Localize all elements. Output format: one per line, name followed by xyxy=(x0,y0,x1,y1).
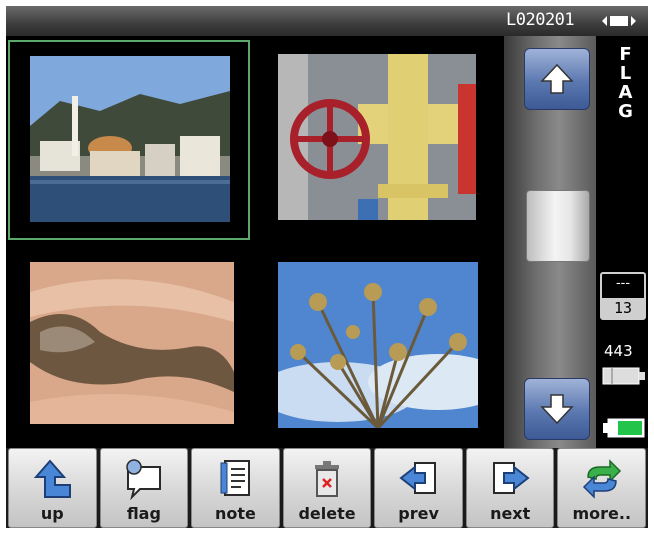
flag-mode-label: FLAG xyxy=(615,44,636,120)
next-button[interactable]: next xyxy=(465,448,555,528)
bottom-toolbar: up flag note delete prev next more.. xyxy=(6,448,648,528)
arrow-down-icon xyxy=(540,394,574,425)
folder-dash: --- xyxy=(615,276,631,291)
prev-button[interactable]: prev xyxy=(374,448,463,528)
battery-indicator-icon xyxy=(602,16,636,26)
thumbnail-grid xyxy=(6,36,504,448)
more-button-label: more.. xyxy=(572,504,632,523)
up-button[interactable]: up xyxy=(8,448,97,528)
cycle-arrows-icon xyxy=(582,459,621,499)
next-arrow-icon xyxy=(493,462,530,494)
up-turn-arrow-icon xyxy=(34,459,72,498)
note-button-label: note xyxy=(215,504,256,523)
thumbnail-cell-1[interactable] xyxy=(8,40,250,240)
thumbnail-sand-dune-shadow[interactable] xyxy=(30,262,234,424)
flag-button-label: flag xyxy=(126,504,161,523)
battery-level-icon xyxy=(603,418,645,438)
scroll-down-button[interactable] xyxy=(524,378,590,440)
prev-button-label: prev xyxy=(398,504,439,523)
trash-can-icon xyxy=(315,461,340,497)
next-button-label: next xyxy=(490,504,531,523)
remaining-count: 443 xyxy=(604,342,633,360)
delete-button-label: delete xyxy=(298,504,356,523)
memory-card-icon xyxy=(602,367,645,385)
file-id-label: L020201 xyxy=(506,10,575,30)
scroll-up-button[interactable] xyxy=(524,48,590,110)
folder-indicator: --- 13 xyxy=(600,272,646,320)
folder-number: 13 xyxy=(602,298,644,318)
thumbnail-red-valve-pipes[interactable] xyxy=(278,54,476,220)
flag-button[interactable]: flag xyxy=(99,448,189,528)
note-button[interactable]: note xyxy=(191,448,280,528)
more-button[interactable]: more.. xyxy=(557,448,647,528)
thumbnail-dry-plant-stems[interactable] xyxy=(278,262,478,428)
prev-arrow-icon xyxy=(398,462,436,494)
flag-bubble-icon xyxy=(126,459,161,501)
note-pad-icon xyxy=(220,460,251,496)
camera-screen: L020201 FLAG --- 13 443 up flag note del… xyxy=(6,6,648,528)
vertical-scrollbar[interactable] xyxy=(504,36,596,448)
thumbnail-cell-3[interactable] xyxy=(8,244,250,444)
arrow-up-icon xyxy=(540,63,574,94)
thumbnail-cell-2[interactable] xyxy=(256,40,498,240)
thumbnail-harbor-town[interactable] xyxy=(30,56,230,222)
thumbnail-cell-4[interactable] xyxy=(256,244,498,444)
up-button-label: up xyxy=(40,504,64,523)
status-panel: FLAG --- 13 443 xyxy=(596,36,648,448)
delete-button[interactable]: delete xyxy=(282,448,372,528)
title-bar: L020201 xyxy=(6,6,648,36)
scrollbar-thumb[interactable] xyxy=(526,190,590,262)
